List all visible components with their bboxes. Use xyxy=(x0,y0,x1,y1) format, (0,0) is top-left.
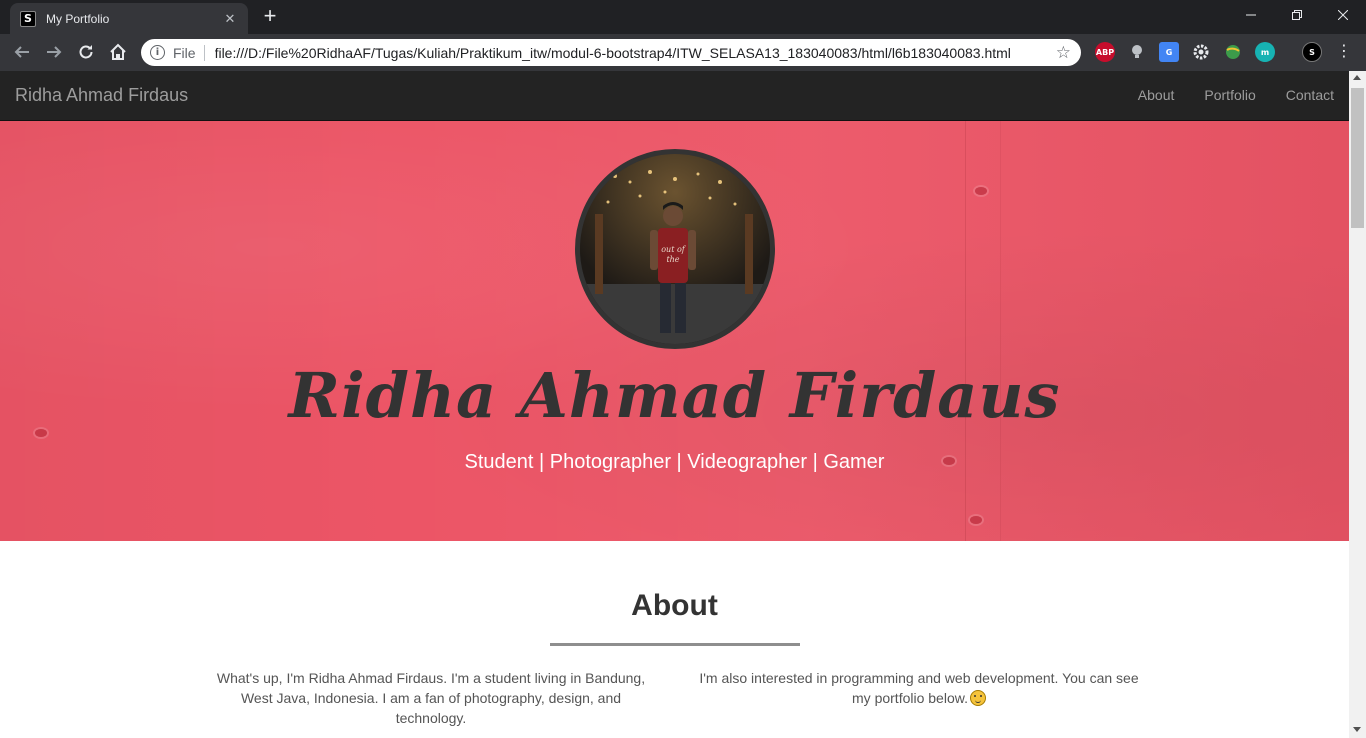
home-icon xyxy=(110,43,126,60)
browser-titlebar: S My Portfolio ✕ + xyxy=(0,0,1366,34)
bookmark-star-icon[interactable]: ☆ xyxy=(1056,43,1071,63)
svg-text:the: the xyxy=(666,255,679,264)
lightbulb-extension-icon[interactable] xyxy=(1127,42,1147,62)
scroll-down-arrow-icon[interactable] xyxy=(1353,727,1361,732)
about-divider xyxy=(550,643,800,646)
close-icon xyxy=(1338,10,1348,20)
scroll-up-arrow-icon[interactable] xyxy=(1353,75,1361,80)
tab-favicon-icon: S xyxy=(20,10,36,27)
nav-link-contact[interactable]: Contact xyxy=(1286,87,1334,103)
address-bar[interactable]: i File file:///D:/File%20RidhaAF/Tugas/K… xyxy=(141,39,1081,66)
arrow-left-icon xyxy=(14,46,29,58)
profile-extension-icon[interactable]: S xyxy=(1302,42,1322,62)
site-navbar: Ridha Ahmad Firdaus About Portfolio Cont… xyxy=(0,71,1349,121)
forward-button[interactable] xyxy=(40,38,68,66)
url-text[interactable]: file:///D:/File%20RidhaAF/Tugas/Kuliah/P… xyxy=(215,45,1056,61)
restore-icon xyxy=(1292,10,1302,20)
profile-photo: out of the xyxy=(575,149,775,349)
smiley-emoji-icon xyxy=(969,690,986,706)
globe-extension-icon[interactable] xyxy=(1223,42,1243,62)
hero-section: out of the Ridha Ahmad Firdaus Student |… xyxy=(0,121,1349,541)
wood-plank-line xyxy=(1000,121,1001,541)
about-text-left: What's up, I'm Ridha Ahmad Firdaus. I'm … xyxy=(216,670,646,726)
new-tab-button[interactable]: + xyxy=(256,5,284,29)
tab-title: My Portfolio xyxy=(46,11,110,26)
minimize-button[interactable] xyxy=(1228,0,1274,30)
wall-nail xyxy=(970,516,982,524)
browser-toolbar: i File file:///D:/File%20RidhaAF/Tugas/K… xyxy=(0,34,1366,71)
wood-plank-line xyxy=(965,121,966,541)
back-button[interactable] xyxy=(8,38,36,66)
scrollbar-thumb[interactable] xyxy=(1351,88,1364,228)
reload-button[interactable] xyxy=(72,38,100,66)
nav-links: About Portfolio Contact xyxy=(1138,87,1349,103)
about-text-right-content: I'm also interested in programming and w… xyxy=(699,670,1139,706)
profile-photo-image: out of the xyxy=(580,154,770,344)
tab-close-icon[interactable]: ✕ xyxy=(222,11,238,27)
nav-link-portfolio[interactable]: Portfolio xyxy=(1204,87,1255,103)
hero-subtitle: Student | Photographer | Videographer | … xyxy=(464,451,885,473)
hero-name: Ridha Ahmad Firdaus xyxy=(288,359,1061,432)
google-translate-icon[interactable]: G xyxy=(1159,42,1179,62)
info-icon[interactable]: i xyxy=(150,45,165,60)
gear-extension-icon[interactable] xyxy=(1191,42,1211,62)
reload-icon xyxy=(79,45,93,59)
wall-nail xyxy=(975,187,987,195)
page-viewport: Ridha Ahmad Firdaus About Portfolio Cont… xyxy=(0,71,1349,738)
arrow-right-icon xyxy=(47,46,62,58)
page-scrollbar[interactable] xyxy=(1349,71,1366,738)
minimize-icon xyxy=(1246,14,1256,16)
m-extension-icon[interactable]: m xyxy=(1255,42,1275,62)
close-window-button[interactable] xyxy=(1320,0,1366,30)
about-title: About xyxy=(631,589,718,622)
nav-link-about[interactable]: About xyxy=(1138,87,1175,103)
svg-text:out of: out of xyxy=(661,245,687,254)
restore-button[interactable] xyxy=(1274,0,1320,30)
adblock-plus-icon[interactable]: ABP xyxy=(1095,42,1115,62)
scheme-label: File xyxy=(173,44,205,61)
browser-menu-icon[interactable]: ⋮ xyxy=(1336,40,1352,64)
about-text-right: I'm also interested in programming and w… xyxy=(694,668,1144,708)
site-brand[interactable]: Ridha Ahmad Firdaus xyxy=(15,85,188,106)
home-button[interactable] xyxy=(104,38,132,66)
browser-tab[interactable]: S My Portfolio ✕ xyxy=(10,3,248,34)
